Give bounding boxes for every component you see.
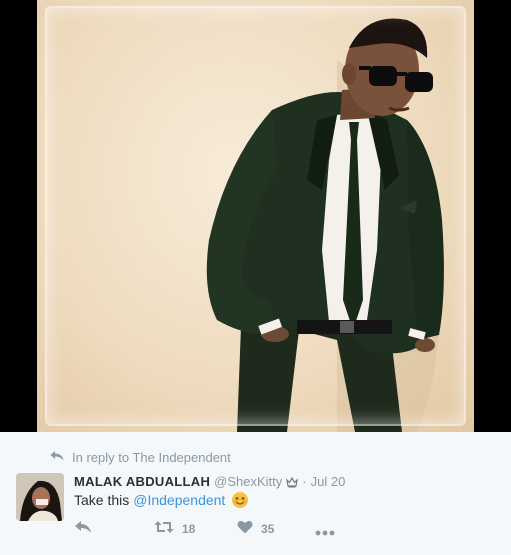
author-name[interactable]: MALAK ABDUALLAH [74, 474, 210, 489]
smiling-face-emoji [231, 491, 249, 509]
more-dots-icon [315, 525, 335, 539]
author-handle[interactable]: @ShexKitty [214, 474, 282, 489]
separator-dot: · [302, 474, 307, 489]
reply-button[interactable] [74, 520, 92, 537]
reply-icon [74, 520, 92, 537]
tweet-text: Take this @Independent [74, 491, 249, 509]
tweet-date[interactable]: Jul 20 [311, 474, 346, 489]
tweet-text-body: Take this [74, 492, 130, 508]
heart-icon [237, 520, 253, 537]
tweet-actions: 18 35 [74, 520, 374, 540]
avatar[interactable] [16, 473, 64, 521]
retweet-count: 18 [182, 521, 196, 536]
tweet-media[interactable] [0, 0, 511, 432]
mention-link[interactable]: @Independent [133, 492, 225, 508]
avatar-image [16, 473, 64, 521]
crown-icon [286, 476, 299, 488]
tweet-card[interactable]: In reply to The Independent MALAK ABDUAL… [0, 432, 511, 555]
tweet-header: MALAK ABDUALLAH @ShexKitty · Jul 20 [74, 474, 345, 489]
more-button[interactable] [315, 525, 335, 539]
tweet-page: In reply to The Independent MALAK ABDUAL… [0, 0, 511, 555]
tweet-photo[interactable] [37, 0, 474, 432]
like-count: 35 [261, 521, 275, 536]
reply-context-text: In reply to The Independent [72, 450, 231, 465]
reply-context[interactable]: In reply to The Independent [50, 450, 231, 465]
retweet-icon [154, 520, 174, 537]
like-button[interactable]: 35 [237, 520, 274, 537]
photo-frame [45, 6, 466, 426]
retweet-button[interactable]: 18 [154, 520, 195, 537]
reply-arrow-icon [50, 450, 64, 465]
